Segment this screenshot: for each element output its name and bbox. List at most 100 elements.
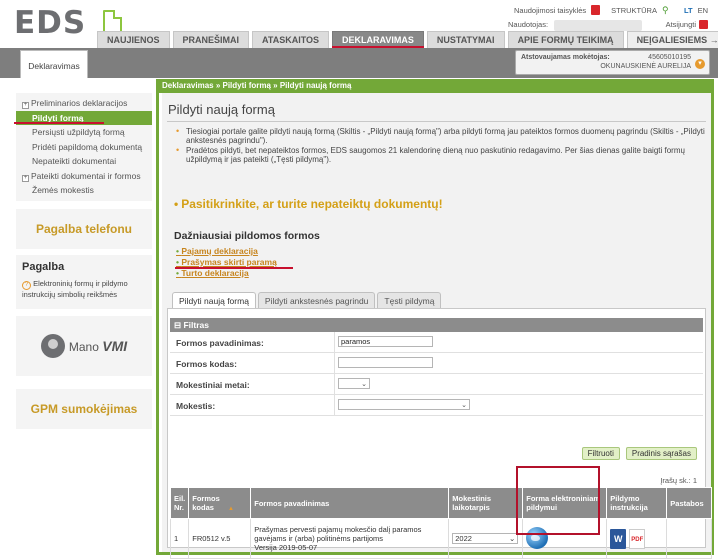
cell-notes	[666, 518, 712, 559]
warning-link[interactable]: Pasitikrinkite, ar turite nepateiktų dok…	[174, 197, 442, 211]
pdf-icon[interactable]	[591, 5, 601, 15]
frequent-forms-title: Dažniausiai pildomos formos	[174, 230, 320, 242]
help-title: Pagalba	[22, 261, 65, 273]
logo-text: EDS	[14, 5, 87, 41]
highlight-underline	[175, 267, 293, 269]
sidebar-item-pateikti[interactable]: + Pateikti dokumentai ir formos	[16, 169, 152, 184]
filter-row-year: Mokestiniai metai: ⌄	[170, 374, 703, 395]
represented-payer-select[interactable]: Atstovaujamas mokėtojas: 45605010195 OKU…	[515, 50, 710, 75]
form-name-input[interactable]	[338, 336, 433, 347]
subtab-deklaravimas[interactable]: Deklaravimas	[20, 50, 88, 78]
logout-label: Atsijungti	[665, 20, 696, 29]
help-link[interactable]: ? Elektroninių formų ir pildymo instrukc…	[22, 279, 146, 299]
content-area: Pildyti naują formą Tiesiogiai portale g…	[162, 93, 712, 559]
tab-ataskaitos[interactable]: ATASKAITOS	[252, 31, 330, 48]
table-header-row: Eil. Nr. Formos kodas ▲ Formos pavadinima…	[169, 487, 712, 519]
form-version: Versija 2019-05-07	[254, 543, 318, 552]
cell-name: Prašymas pervesti pajamų mokesčio dalį p…	[250, 518, 450, 559]
sidebar-item-zemes-mokestis[interactable]: Žemės mokestis	[16, 183, 152, 198]
page-title: Pildyti naują formą	[168, 102, 275, 117]
tab-panel: ⊟ Filtras Formos pavadinimas: Formos kod…	[167, 308, 712, 559]
column-header: Mokestinis laikotarpis	[448, 487, 524, 519]
column-header-sortable[interactable]: Formos kodas ▲	[188, 487, 252, 519]
tab-nustatymai[interactable]: NUSTATYMAI	[426, 31, 505, 48]
column-header: Pildymo instrukcija	[606, 487, 668, 519]
structure-link[interactable]: STRUKTŪRA	[611, 6, 657, 15]
divider	[334, 353, 335, 373]
user-avatar-icon	[40, 334, 65, 358]
tax-year-label: Mokestiniai metai:	[176, 380, 250, 390]
mano-vmi-link[interactable]: Mano VMI	[16, 316, 152, 376]
tab-pranesimai[interactable]: PRANEŠIMAI	[172, 31, 250, 48]
cell-period: 2022 ⌄	[448, 518, 524, 559]
tax-label: Mokestis:	[176, 401, 216, 411]
filter-header[interactable]: ⊟ Filtras	[170, 318, 703, 332]
selected-value: 2022	[455, 534, 472, 543]
column-header: Pastabos	[666, 487, 712, 519]
logout-button[interactable]: Atsijungti	[666, 20, 708, 29]
sidebar-menu: + Preliminarios deklaracijos Pildyti form…	[16, 93, 152, 201]
sub-navigation-bar: Deklaravimas Atstovaujamas mokėtojas: 45…	[0, 48, 718, 78]
form-code-input[interactable]	[338, 357, 433, 368]
sidebar-item-nepateikti[interactable]: Nepateikti dokumentai	[16, 154, 152, 169]
help-box: Pagalba ? Elektroninių formų ir pildymo …	[16, 255, 152, 309]
main-content: Deklaravimas » Pildyti formą » Pildyti n…	[156, 79, 714, 559]
period-select[interactable]: 2022 ⌄	[452, 533, 519, 544]
forms-table: Eil. Nr. Formos kodas ▲ Formos pavadinima…	[169, 487, 712, 559]
lang-lt[interactable]: LT	[684, 6, 693, 15]
filter-row-tax: Mokestis: ⌄	[170, 395, 703, 416]
sidebar-item-label: Preliminarios deklaracijos	[31, 98, 128, 108]
help-icon: ?	[22, 281, 31, 290]
expand-icon[interactable]: +	[22, 102, 29, 109]
globe-icon[interactable]	[526, 526, 549, 549]
filter-button[interactable]: Filtruoti	[581, 447, 620, 460]
divider	[334, 374, 335, 394]
info-list: Tiesiogiai portale galite pildyti naują …	[176, 127, 706, 164]
frequent-form-link[interactable]: Turto deklaracija	[176, 268, 277, 279]
pdf-icon[interactable]: PDF	[629, 528, 646, 549]
tax-select[interactable]: ⌄	[338, 399, 470, 410]
cell-electronic-form	[522, 518, 608, 559]
mano-vmi-prefix: Mano	[68, 340, 99, 354]
frequent-forms-list: Pajamų deklaracija Prašymas skirti param…	[176, 246, 277, 279]
sidebar-item-prideti[interactable]: Pridėti papildomą dokumentą	[16, 140, 152, 155]
cell-code: FR0512 v.5	[188, 518, 252, 559]
sidebar-item-label: Pateikti dokumentai ir formos	[31, 170, 141, 181]
highlight-underline	[14, 122, 104, 124]
breadcrumb: Deklaravimas » Pildyti formą » Pildyti n…	[159, 79, 711, 93]
tab-neigaliesiems[interactable]: NEĮGALIESIEMS →	[626, 31, 718, 48]
chevron-down-icon: ⌄	[361, 380, 367, 388]
help-phone-link[interactable]: Pagalba telefonu	[16, 209, 152, 249]
rules-link[interactable]: Naudojimosi taisyklės	[514, 6, 586, 15]
logout-icon	[699, 20, 708, 29]
sidebar-item-preliminarios[interactable]: + Preliminarios deklaracijos	[16, 96, 152, 111]
lang-en[interactable]: EN	[698, 6, 708, 15]
column-header: Forma elektroniniam pildymui	[522, 487, 608, 519]
tab-testi-pildyma[interactable]: Tęsti pildymą	[377, 292, 442, 308]
mano-vmi-suffix: VMI	[102, 338, 128, 354]
tab-pildyti-ankstesnes[interactable]: Pildyti ankstesnės pagrindu	[257, 292, 376, 308]
filter-buttons: Filtruoti Pradinis sąrašas	[581, 447, 697, 460]
mano-vmi-text: Mano VMI	[69, 338, 127, 354]
cell-instructions: W PDF	[606, 518, 668, 559]
column-header: Formos pavadinimas	[250, 487, 450, 519]
info-item: Pradėtos pildyti, bet nepateiktos formos…	[176, 146, 706, 165]
tax-year-select[interactable]: ⌄	[338, 378, 370, 389]
cell-nr: 1	[169, 518, 190, 559]
tab-naujienos[interactable]: NAUJIENOS	[97, 31, 170, 48]
frequent-form-link[interactable]: Prašymas skirti paramą	[176, 257, 276, 268]
tab-apie-formu-teikima[interactable]: APIE FORMŲ TEIKIMĄ	[507, 31, 624, 48]
sidebar-item-persiusti[interactable]: Persiųsti užpildytą formą	[16, 125, 152, 140]
form-code-label: Formos kodas:	[176, 359, 237, 369]
sort-icon: ▲	[227, 506, 234, 512]
expand-icon[interactable]: +	[22, 174, 29, 182]
gpm-link[interactable]: GPM sumokėjimas	[16, 389, 152, 429]
tab-pildyti-nauja[interactable]: Pildyti naują formą	[172, 292, 256, 309]
frequent-form-link[interactable]: Pajamų deklaracija	[176, 246, 277, 257]
reset-list-button[interactable]: Pradinis sąrašas	[625, 447, 697, 460]
form-name: Prašymas pervesti pajamų mokesčio dalį p…	[254, 525, 422, 543]
sidebar: + Preliminarios deklaracijos Pildyti form…	[16, 93, 152, 201]
tree-icon: ⚲	[661, 5, 669, 15]
chevron-down-icon: ⌄	[508, 534, 516, 543]
word-document-icon[interactable]: W	[610, 528, 627, 549]
